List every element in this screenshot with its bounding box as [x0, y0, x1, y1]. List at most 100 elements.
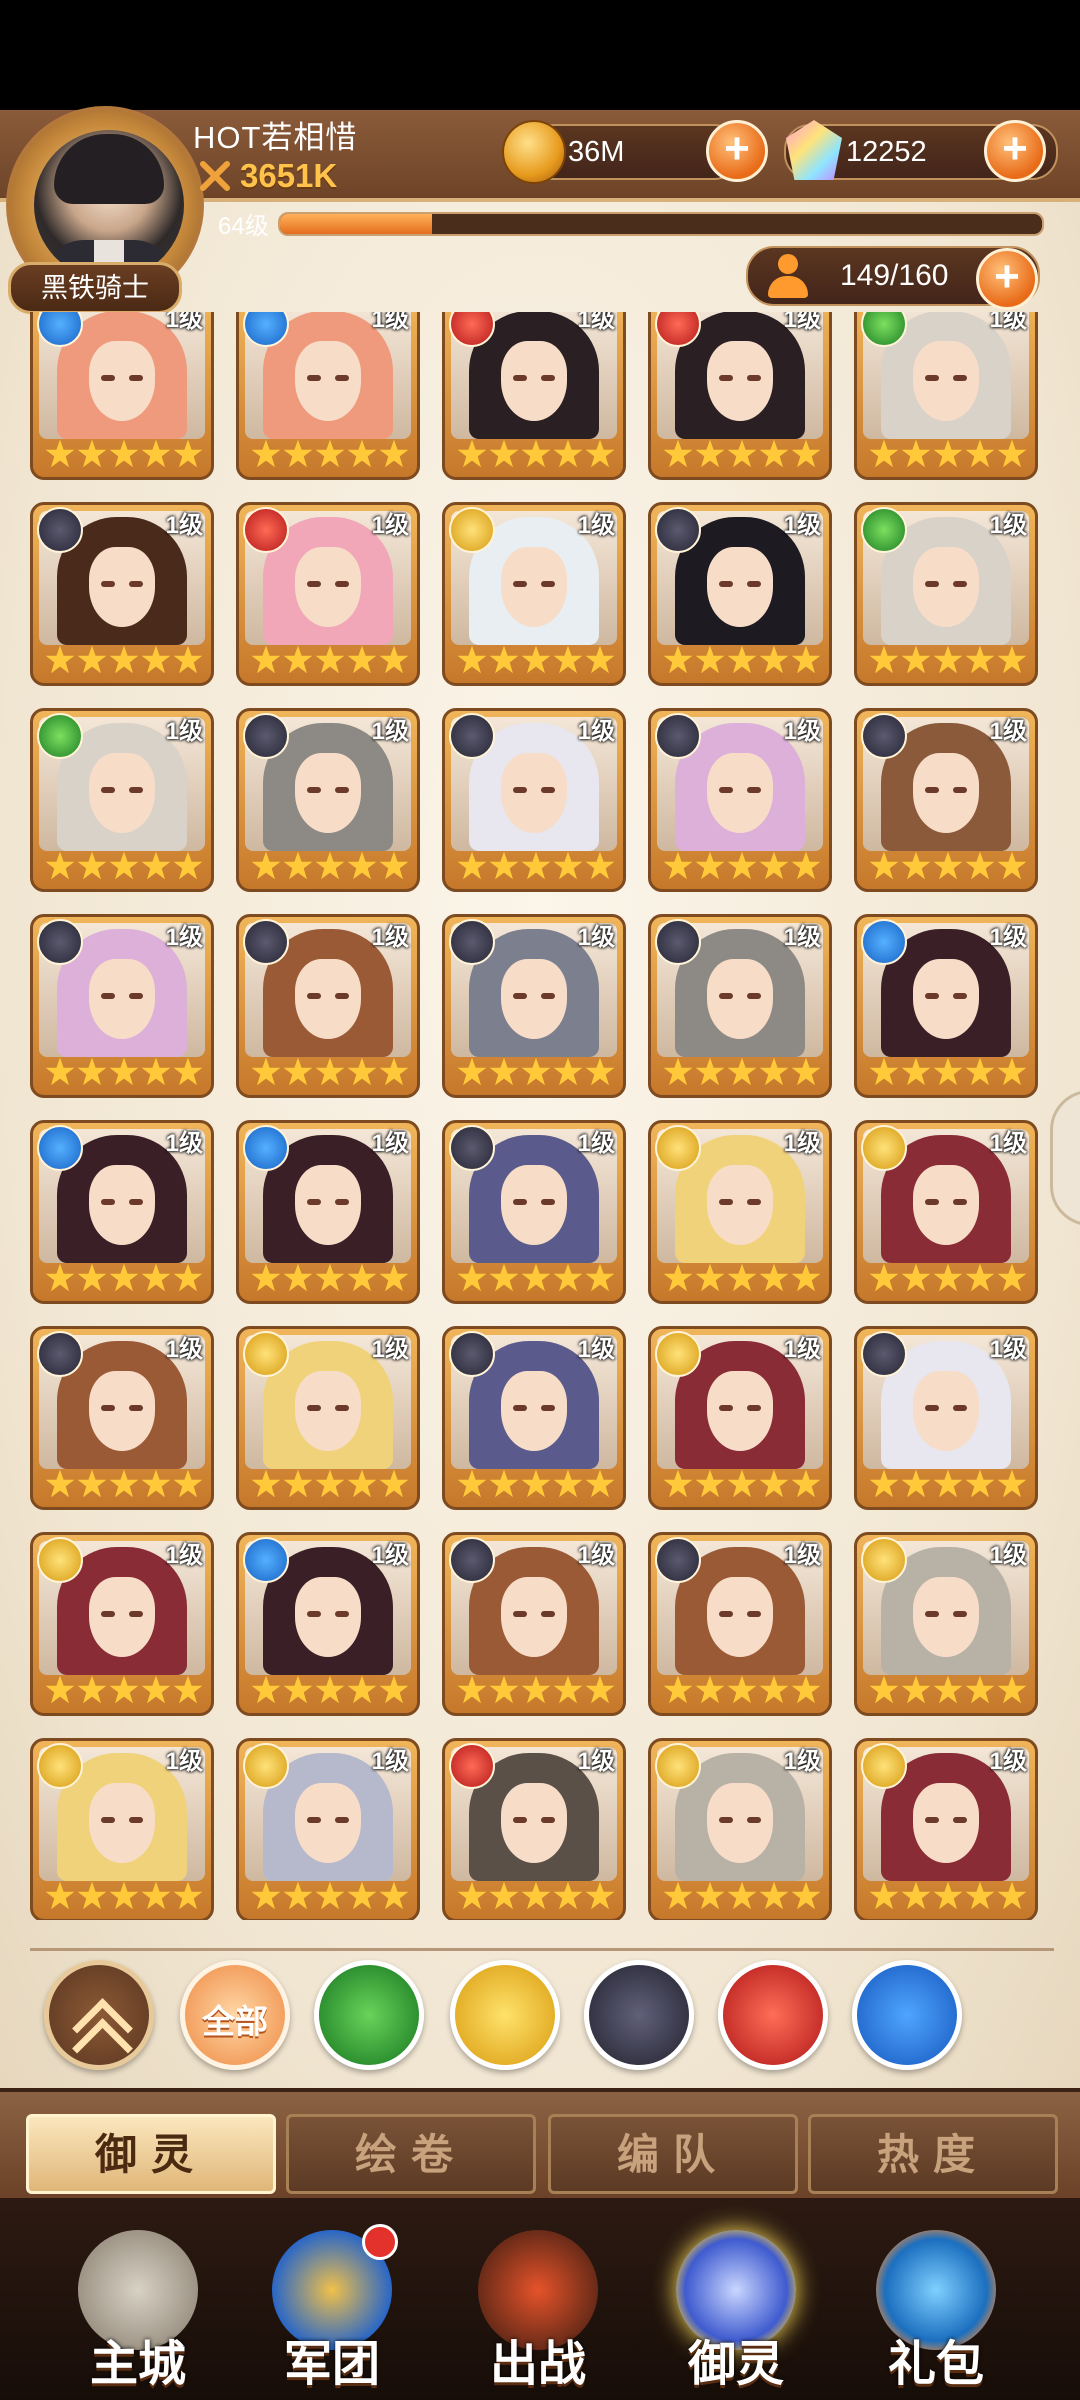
nav-gift-pack[interactable]: 礼包: [846, 2210, 1026, 2400]
star-icon: [109, 439, 139, 468]
star-icon: [901, 1675, 931, 1704]
star-icon: [141, 1263, 171, 1292]
filter-all-button[interactable]: 全部: [180, 1960, 290, 2070]
light-element-icon: [861, 1743, 907, 1789]
hero-card[interactable]: 1级: [442, 1326, 626, 1510]
hero-card[interactable]: 1级: [854, 1738, 1038, 1920]
hero-card[interactable]: 1级: [854, 502, 1038, 686]
hero-level: 1级: [371, 1130, 409, 1157]
star-rating: [251, 1881, 409, 1911]
star-icon: [141, 439, 171, 468]
star-icon: [45, 1469, 75, 1498]
hero-level: 1级: [577, 312, 615, 333]
filter-fire-icon[interactable]: [718, 1960, 828, 2070]
hero-card[interactable]: 1级: [30, 914, 214, 1098]
hero-level: 1级: [371, 718, 409, 745]
star-icon: [791, 1675, 821, 1704]
hero-card[interactable]: 1级: [442, 708, 626, 892]
hero-card[interactable]: 1级: [442, 1532, 626, 1716]
filter-water-icon[interactable]: [852, 1960, 962, 2070]
hero-card[interactable]: 1级: [236, 312, 420, 480]
star-icon: [109, 851, 139, 880]
star-rating: [45, 1263, 203, 1293]
hero-card[interactable]: 1级: [30, 502, 214, 686]
star-icon: [457, 1675, 487, 1704]
hero-card[interactable]: 1级: [854, 914, 1038, 1098]
hero-card[interactable]: 1级: [854, 1120, 1038, 1304]
hero-card[interactable]: 1级: [442, 1738, 626, 1920]
nav-label: 御灵: [687, 2338, 784, 2391]
xp-fill: [280, 214, 433, 234]
hero-card[interactable]: 1级: [648, 914, 832, 1098]
star-icon: [901, 439, 931, 468]
hero-card[interactable]: 1级: [30, 1120, 214, 1304]
star-rating: [869, 1469, 1027, 1499]
star-rating: [663, 1675, 821, 1705]
hero-card[interactable]: 1级: [648, 1326, 832, 1510]
hero-card[interactable]: 1级: [442, 502, 626, 686]
tab-popularity[interactable]: 热度: [808, 2114, 1058, 2194]
nav-battle[interactable]: 出战: [448, 2210, 628, 2400]
filter-dark-icon[interactable]: [584, 1960, 694, 2070]
hero-card[interactable]: 1级: [236, 914, 420, 1098]
hero-card[interactable]: 1级: [648, 312, 832, 480]
star-icon: [997, 851, 1027, 880]
filter-light-icon[interactable]: [450, 1960, 560, 2070]
star-icon: [283, 1057, 313, 1086]
star-icon: [315, 851, 345, 880]
fire-element-icon: [449, 1743, 495, 1789]
star-icon: [173, 1675, 203, 1704]
hero-card[interactable]: 1级: [236, 1738, 420, 1920]
hero-card[interactable]: 1级: [30, 1326, 214, 1510]
hero-card[interactable]: 1级: [442, 914, 626, 1098]
hero-card[interactable]: 1级: [236, 1326, 420, 1510]
nav-main-city[interactable]: 主城: [48, 2210, 228, 2400]
nav-label: 礼包: [887, 2338, 984, 2391]
star-icon: [759, 1675, 789, 1704]
hero-card[interactable]: 1级: [648, 1738, 832, 1920]
hero-card[interactable]: 1级: [442, 312, 626, 480]
hero-card[interactable]: 1级: [30, 708, 214, 892]
hero-level: 1级: [165, 1336, 203, 1363]
hero-card[interactable]: 1级: [854, 312, 1038, 480]
hero-card[interactable]: 1级: [30, 1738, 214, 1920]
star-icon: [727, 1675, 757, 1704]
add-gold-button[interactable]: +: [706, 120, 768, 182]
hero-card[interactable]: 1级: [648, 502, 832, 686]
hero-card[interactable]: 1级: [854, 1326, 1038, 1510]
hero-card[interactable]: 1级: [648, 708, 832, 892]
star-icon: [759, 645, 789, 674]
nav-guild[interactable]: 军团: [242, 2210, 422, 2400]
hero-card[interactable]: 1级: [236, 1532, 420, 1716]
hero-card[interactable]: 1级: [648, 1120, 832, 1304]
star-rating: [251, 439, 409, 469]
star-icon: [173, 851, 203, 880]
hero-card[interactable]: 1级: [236, 502, 420, 686]
hero-card[interactable]: 1级: [854, 708, 1038, 892]
add-gems-button[interactable]: +: [984, 120, 1046, 182]
star-icon: [251, 1263, 281, 1292]
star-icon: [45, 645, 75, 674]
star-icon: [695, 1675, 725, 1704]
tab-scrolls[interactable]: 绘卷: [286, 2114, 536, 2194]
hero-card[interactable]: 1级: [30, 312, 214, 480]
expand-capacity-button[interactable]: +: [976, 248, 1038, 310]
hero-card[interactable]: 1级: [236, 1120, 420, 1304]
dark-element-icon: [37, 919, 83, 965]
collapse-filter-button[interactable]: [44, 1960, 154, 2079]
hero-card[interactable]: 1级: [442, 1120, 626, 1304]
nav-spirits[interactable]: 御灵: [646, 2210, 826, 2400]
player-name: HOT若相惜: [193, 120, 358, 155]
star-icon: [315, 645, 345, 674]
tab-spirits[interactable]: 御灵: [26, 2114, 276, 2194]
notification-dot: [362, 2224, 398, 2260]
side-drawer-handle[interactable]: [1050, 1090, 1080, 1226]
star-icon: [997, 1469, 1027, 1498]
star-icon: [521, 1675, 551, 1704]
hero-card[interactable]: 1级: [236, 708, 420, 892]
hero-card[interactable]: 1级: [854, 1532, 1038, 1716]
hero-card[interactable]: 1级: [648, 1532, 832, 1716]
tab-formation[interactable]: 编队: [548, 2114, 798, 2194]
hero-card[interactable]: 1级: [30, 1532, 214, 1716]
filter-wind-icon[interactable]: [314, 1960, 424, 2070]
